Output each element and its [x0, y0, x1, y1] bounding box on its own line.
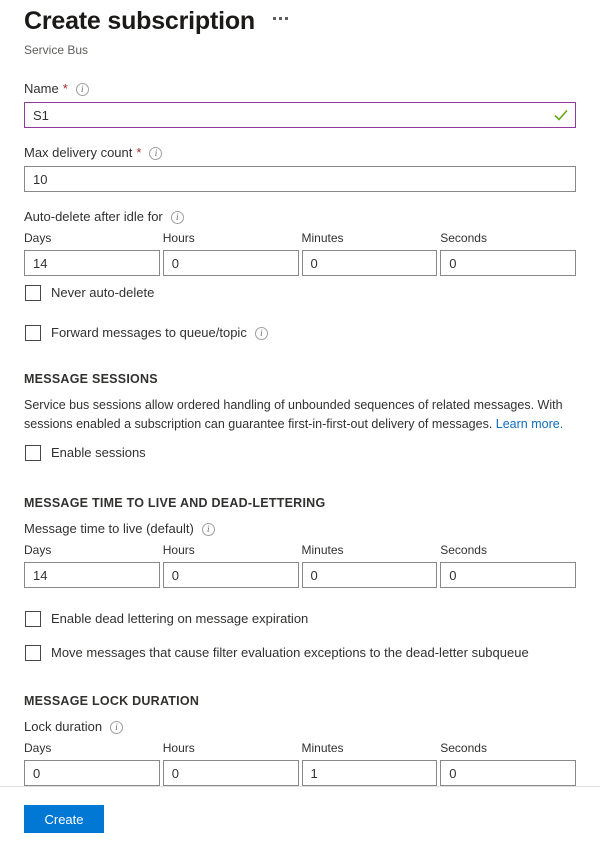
ttl-section-heading: MESSAGE TIME TO LIVE AND DEAD-LETTERING [24, 496, 576, 510]
ttl-days-col: Days [24, 542, 160, 588]
info-icon[interactable]: i [110, 721, 123, 734]
lock-seconds-input[interactable] [440, 760, 576, 786]
filter-exceptions-checkbox-row[interactable]: Move messages that cause filter evaluati… [24, 644, 576, 662]
lock-hours-input[interactable] [163, 760, 299, 786]
forward-messages-checkbox-row[interactable]: Forward messages to queue/topic i [24, 324, 576, 342]
ttl-days-input[interactable] [24, 562, 160, 588]
message-sessions-description-text: Service bus sessions allow ordered handl… [24, 398, 563, 431]
create-button[interactable]: Create [24, 805, 104, 833]
create-subscription-blade: Create subscription Service Bus Name * i… [0, 0, 600, 850]
ttl-hours-input[interactable] [163, 562, 299, 588]
column-label-days: Days [24, 542, 160, 559]
lock-minutes-input[interactable] [302, 760, 438, 786]
column-label-seconds: Seconds [440, 230, 576, 247]
name-label-text: Name [24, 80, 59, 98]
auto-delete-hours-input[interactable] [163, 250, 299, 276]
ttl-label-text: Message time to live (default) [24, 520, 194, 538]
column-label-minutes: Minutes [302, 542, 438, 559]
name-input-wrap [24, 102, 576, 128]
name-input[interactable] [24, 102, 576, 128]
lock-duration-grid: Days Hours Minutes Seconds [24, 740, 576, 786]
info-icon[interactable]: i [171, 211, 184, 224]
blade-subtitle: Service Bus [24, 42, 576, 58]
filter-exceptions-label: Move messages that cause filter evaluati… [51, 644, 529, 662]
more-options-icon[interactable] [273, 10, 288, 26]
forward-messages-label-text: Forward messages to queue/topic [51, 324, 247, 342]
ttl-minutes-input[interactable] [302, 562, 438, 588]
max-delivery-count-input[interactable] [24, 166, 576, 192]
info-icon[interactable]: i [202, 523, 215, 536]
never-auto-delete-label: Never auto-delete [51, 284, 154, 302]
ttl-seconds-col: Seconds [440, 542, 576, 588]
column-label-minutes: Minutes [302, 230, 438, 247]
never-auto-delete-checkbox[interactable] [25, 285, 41, 301]
column-label-days: Days [24, 740, 160, 757]
footer-actions: Create [24, 805, 104, 833]
title-row: Create subscription [24, 6, 576, 36]
never-auto-delete-checkbox-row[interactable]: Never auto-delete [24, 284, 576, 302]
auto-delete-minutes-col: Minutes [302, 230, 438, 276]
ttl-hours-col: Hours [163, 542, 299, 588]
dead-lettering-expiration-checkbox[interactable] [25, 611, 41, 627]
column-label-days: Days [24, 230, 160, 247]
lock-duration-label-text: Lock duration [24, 718, 102, 736]
lock-minutes-col: Minutes [302, 740, 438, 786]
name-field-group: Name * i [24, 80, 576, 128]
auto-delete-duration-grid: Days Hours Minutes Seconds [24, 230, 576, 276]
auto-delete-seconds-input[interactable] [440, 250, 576, 276]
column-label-hours: Hours [163, 230, 299, 247]
column-label-hours: Hours [163, 542, 299, 559]
blade-header: Create subscription Service Bus [24, 0, 576, 58]
page-title: Create subscription [24, 6, 255, 36]
learn-more-link[interactable]: Learn more. [496, 417, 563, 431]
ttl-minutes-col: Minutes [302, 542, 438, 588]
lock-seconds-col: Seconds [440, 740, 576, 786]
forward-messages-checkbox[interactable] [25, 325, 41, 341]
dead-lettering-expiration-checkbox-row[interactable]: Enable dead lettering on message expirat… [24, 610, 576, 628]
message-sessions-description: Service bus sessions allow ordered handl… [24, 396, 576, 434]
info-icon[interactable]: i [76, 83, 89, 96]
enable-sessions-label: Enable sessions [51, 444, 146, 462]
ttl-label: Message time to live (default) i [24, 520, 576, 538]
auto-delete-days-input[interactable] [24, 250, 160, 276]
column-label-seconds: Seconds [440, 542, 576, 559]
name-required-marker: * [63, 80, 68, 98]
max-delivery-count-label: Max delivery count * i [24, 144, 576, 162]
auto-delete-group: Auto-delete after idle for i Days Hours … [24, 208, 576, 302]
max-delivery-count-required-marker: * [136, 144, 141, 162]
lock-duration-label: Lock duration i [24, 718, 576, 736]
ttl-group: Message time to live (default) i Days Ho… [24, 520, 576, 588]
column-label-hours: Hours [163, 740, 299, 757]
auto-delete-minutes-input[interactable] [302, 250, 438, 276]
message-sessions-heading: MESSAGE SESSIONS [24, 372, 576, 386]
lock-section-heading: MESSAGE LOCK DURATION [24, 694, 576, 708]
lock-hours-col: Hours [163, 740, 299, 786]
max-delivery-count-label-text: Max delivery count [24, 144, 132, 162]
auto-delete-hours-col: Hours [163, 230, 299, 276]
lock-duration-group: Lock duration i Days Hours Minutes Secon… [24, 718, 576, 786]
auto-delete-label-text: Auto-delete after idle for [24, 208, 163, 226]
info-icon[interactable]: i [149, 147, 162, 160]
dead-lettering-expiration-label: Enable dead lettering on message expirat… [51, 610, 308, 628]
column-label-seconds: Seconds [440, 740, 576, 757]
enable-sessions-checkbox[interactable] [25, 445, 41, 461]
ttl-duration-grid: Days Hours Minutes Seconds [24, 542, 576, 588]
auto-delete-days-col: Days [24, 230, 160, 276]
filter-exceptions-checkbox[interactable] [25, 645, 41, 661]
lock-days-input[interactable] [24, 760, 160, 786]
enable-sessions-checkbox-row[interactable]: Enable sessions [24, 444, 576, 462]
column-label-minutes: Minutes [302, 740, 438, 757]
auto-delete-label: Auto-delete after idle for i [24, 208, 576, 226]
lock-days-col: Days [24, 740, 160, 786]
info-icon[interactable]: i [255, 327, 268, 340]
name-label: Name * i [24, 80, 576, 98]
auto-delete-seconds-col: Seconds [440, 230, 576, 276]
ttl-seconds-input[interactable] [440, 562, 576, 588]
forward-messages-label: Forward messages to queue/topic i [51, 324, 268, 342]
max-delivery-count-group: Max delivery count * i [24, 144, 576, 192]
footer-divider [0, 786, 600, 787]
